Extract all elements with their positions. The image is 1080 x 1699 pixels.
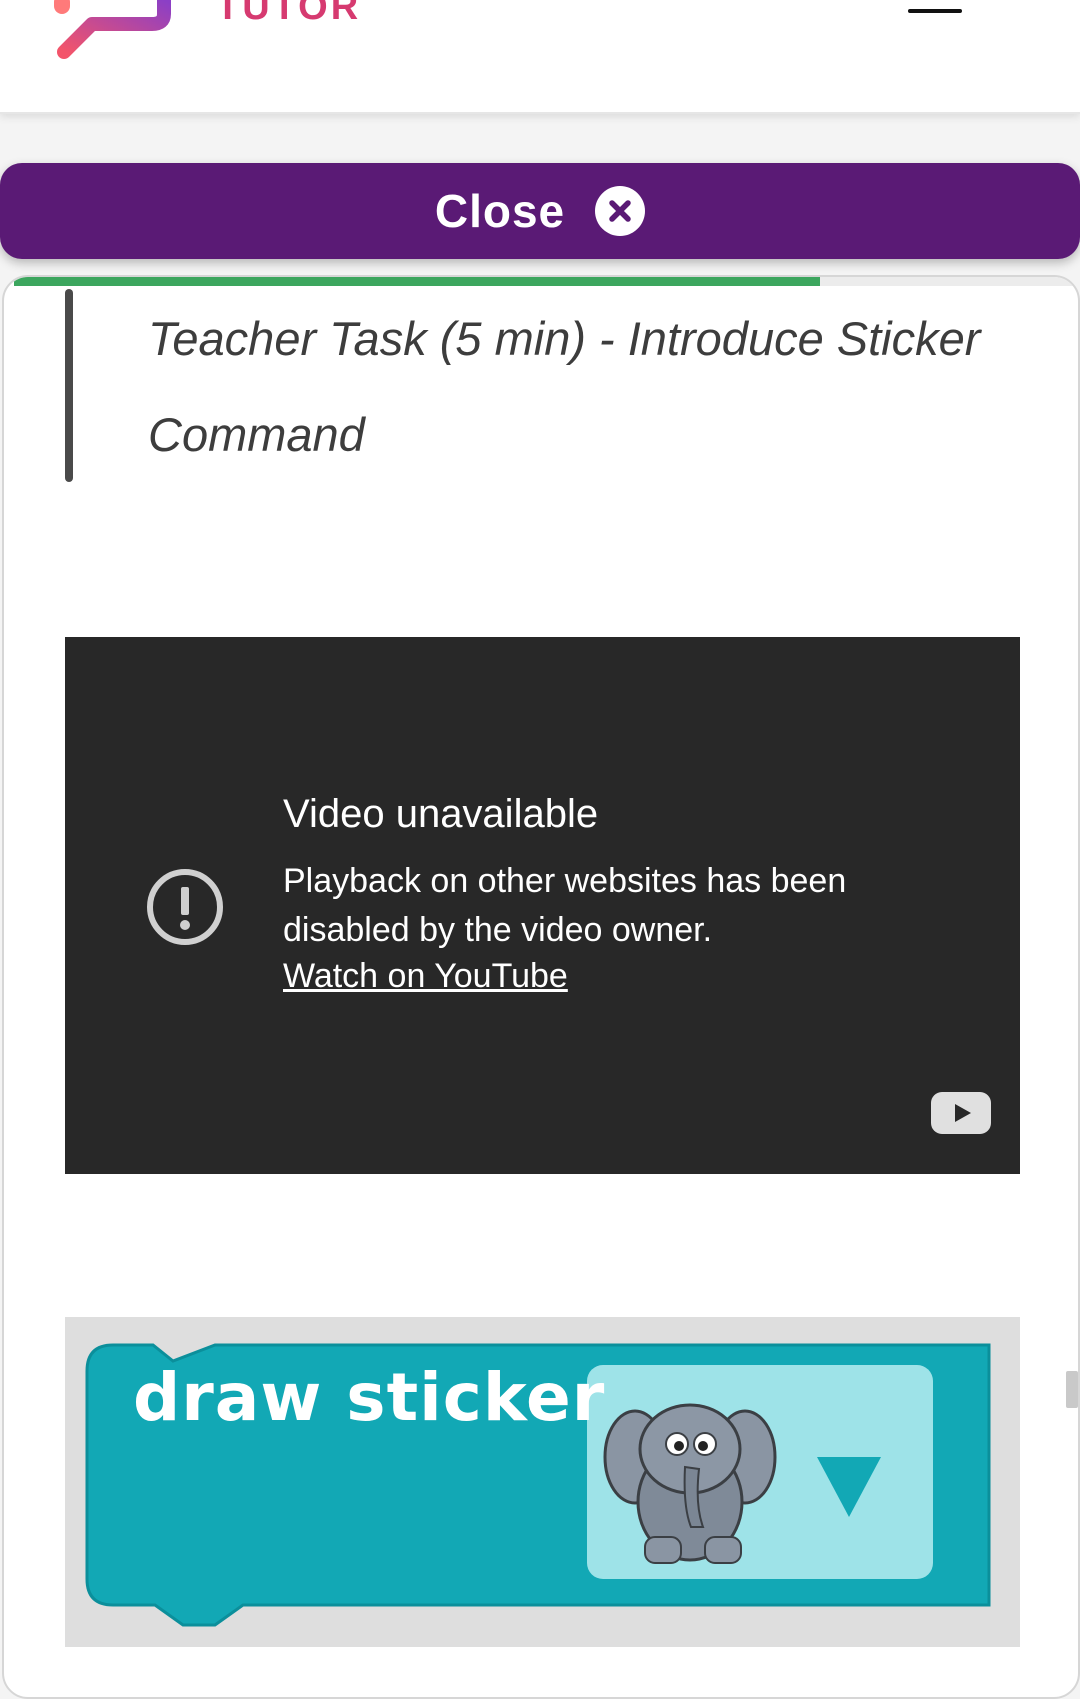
video-unavailable-title: Video unavailable [283, 792, 599, 836]
close-button[interactable]: Close [0, 163, 1080, 259]
video-unavailable-message: Playback on other websites has been disa… [283, 862, 847, 949]
draw-sticker-block-image: draw sticker [65, 1317, 1020, 1647]
close-label: Close [434, 185, 566, 237]
site-header: TUTOR [0, 0, 1080, 114]
video-embed[interactable]: Video unavailable Playback on other webs… [65, 637, 1020, 1174]
youtube-play-icon[interactable] [931, 1092, 991, 1134]
heading-accent-bar [65, 289, 73, 482]
logo-text[interactable]: TUTOR [216, 0, 361, 29]
close-circle-icon [595, 186, 646, 236]
scrollbar-thumb[interactable] [1066, 1371, 1078, 1408]
draw-sticker-label: draw sticker [133, 1359, 606, 1436]
watch-on-youtube-link[interactable]: Watch on YouTube [283, 957, 568, 996]
lesson-progress-fill [14, 277, 820, 286]
exclamation-circle-icon [147, 869, 223, 945]
menu-button[interactable] [900, 0, 970, 30]
task-heading: Teacher Task (5 min) - Introduce Sticker… [148, 312, 981, 461]
hamburger-menu-icon [908, 9, 962, 13]
lesson-card: Teacher Task (5 min) - Introduce Sticker… [2, 275, 1080, 1699]
lesson-progress-bar [14, 277, 1074, 286]
logo-mark-icon[interactable] [52, 0, 192, 64]
